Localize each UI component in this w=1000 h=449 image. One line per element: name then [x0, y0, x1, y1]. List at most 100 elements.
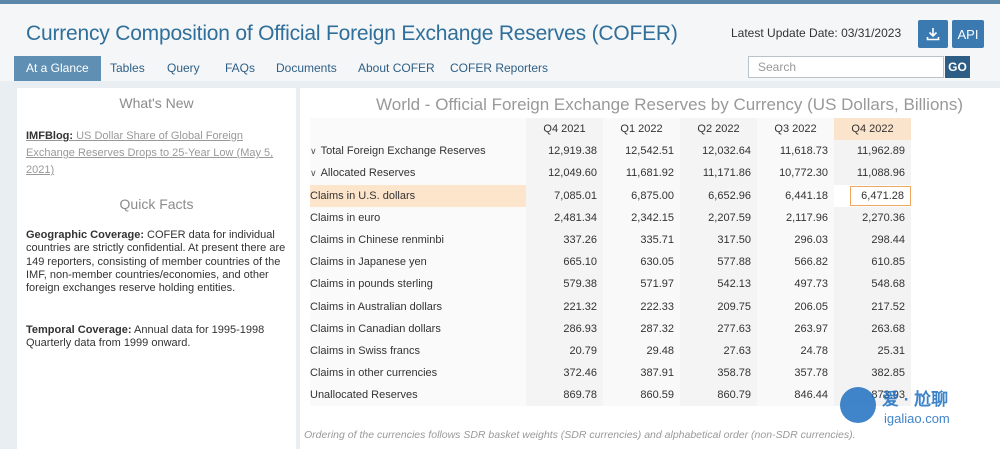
sidebar: What's New IMFBlog: US Dollar Share of G…: [17, 88, 296, 449]
column-header-label: Q1 2022: [620, 123, 663, 136]
row-label[interactable]: Claims in Australian dollars: [310, 295, 526, 318]
table-row[interactable]: Claims in Canadian dollars 286.93 287.32…: [310, 317, 911, 340]
chevron-down-icon[interactable]: ∨: [310, 146, 317, 156]
cell: 25.31: [834, 339, 911, 363]
nav-tables[interactable]: Tables: [110, 56, 145, 81]
cell-value: 20.79: [569, 344, 597, 357]
cell: 11,681.92: [603, 162, 680, 185]
cell: 12,032.64: [680, 140, 757, 163]
cell: 2,342.15: [603, 206, 680, 229]
cell: 27.63: [680, 339, 757, 363]
cell-value: 579.38: [563, 278, 597, 291]
row-label[interactable]: Claims in Swiss francs: [310, 339, 526, 363]
row-label[interactable]: Claims in Canadian dollars: [310, 317, 526, 340]
column-header-selected[interactable]: Q4 2022: [834, 118, 911, 141]
table-row[interactable]: ∨ Total Foreign Exchange Reserves 12,919.…: [310, 140, 911, 163]
cell-value: 571.97: [640, 278, 674, 291]
row-label[interactable]: Claims in other currencies: [310, 362, 526, 385]
cell-value: 24.78: [800, 344, 828, 357]
blog-link[interactable]: IMFBlog: US Dollar Share of Global Forei…: [26, 128, 288, 179]
cell-selected[interactable]: 6,471.28: [834, 184, 911, 207]
row-label[interactable]: ∨ Total Foreign Exchange Reserves: [310, 140, 526, 163]
row-label[interactable]: Claims in euro: [310, 206, 526, 229]
cell-value: 12,542.51: [625, 145, 674, 158]
geographic-coverage: Geographic Coverage: COFER data for indi…: [26, 229, 294, 295]
cell-value: 27.63: [723, 344, 751, 357]
cell-value: 25.31: [877, 344, 905, 357]
cell: 579.38: [526, 273, 603, 296]
cell-value: 357.78: [794, 367, 828, 380]
table-row[interactable]: Unallocated Reserves 869.78 860.59 860.7…: [310, 384, 911, 407]
quick-facts-heading: Quick Facts: [119, 196, 194, 212]
geographic-coverage-label: Geographic Coverage:: [26, 229, 144, 241]
table-row[interactable]: Claims in Japanese yen 665.10 630.05 577…: [310, 251, 911, 274]
cell: 7,085.01: [526, 184, 603, 207]
cell-value: 2,117.96: [785, 211, 828, 224]
cell-value: 548.68: [871, 278, 905, 291]
table-row[interactable]: Claims in other currencies 372.46 387.91…: [310, 362, 911, 385]
site-title[interactable]: Currency Composition of Official Foreign…: [26, 22, 678, 46]
cell: 217.52: [834, 295, 911, 318]
cell-value: 2,481.34: [554, 211, 597, 224]
cell: 2,207.59: [680, 206, 757, 229]
reserves-table: Q4 2021 Q1 2022 Q2 2022 Q3 2022 Q4 2022 …: [310, 118, 911, 407]
cell-value: 263.97: [794, 322, 828, 335]
table-row-selected[interactable]: Claims in U.S. dollars 7,085.01 6,875.00…: [310, 184, 911, 207]
table-row[interactable]: Claims in Chinese renminbi 337.26 335.71…: [310, 228, 911, 252]
row-label[interactable]: Unallocated Reserves: [310, 384, 526, 407]
nav-documents[interactable]: Documents: [276, 56, 337, 81]
cell: 209.75: [680, 295, 757, 318]
row-label[interactable]: Claims in U.S. dollars: [310, 184, 526, 207]
row-label[interactable]: ∨ Allocated Reserves: [310, 162, 526, 185]
cell: 206.05: [757, 295, 834, 318]
watermark: 爱 · 尬聊 igaliao.com: [840, 383, 995, 431]
cell-value: 286.93: [563, 322, 597, 335]
cell: 2,481.34: [526, 206, 603, 229]
row-label[interactable]: Claims in Chinese renminbi: [310, 228, 526, 252]
cell-value: 337.26: [563, 234, 597, 247]
column-header-label: Q2 2022: [697, 123, 740, 136]
table-footnote: Ordering of the currencies follows SDR b…: [304, 429, 856, 441]
chevron-down-icon[interactable]: ∨: [310, 168, 317, 178]
cell-value: 12,032.64: [702, 145, 751, 158]
download-button[interactable]: [918, 20, 948, 48]
column-header[interactable]: Q2 2022: [680, 118, 757, 141]
cell: 2,117.96: [757, 206, 834, 229]
api-button[interactable]: API: [952, 20, 984, 48]
cell: 287.32: [603, 317, 680, 340]
cell-value: 206.05: [794, 300, 828, 313]
nav-at-a-glance[interactable]: At a Glance: [14, 56, 101, 81]
cell: 11,962.89: [834, 140, 911, 163]
search-input[interactable]: Search: [748, 56, 944, 78]
nav-faqs[interactable]: FAQs: [225, 56, 255, 81]
cell-value: 209.75: [717, 300, 751, 313]
cell: 860.79: [680, 384, 757, 407]
table-row[interactable]: Claims in Australian dollars 221.32 222.…: [310, 295, 911, 318]
nav-query[interactable]: Query: [167, 56, 200, 81]
cell-value: 11,962.89: [856, 145, 905, 158]
table-row[interactable]: Claims in Swiss francs 20.79 29.48 27.63…: [310, 339, 911, 363]
nav-about-cofer[interactable]: About COFER: [358, 56, 435, 81]
cell-value: 2,342.15: [631, 211, 674, 224]
download-icon: [926, 28, 940, 41]
column-header[interactable]: Q4 2021: [526, 118, 603, 141]
blog-prefix: IMFBlog:: [26, 130, 74, 142]
cell: 296.03: [757, 228, 834, 252]
cell: 6,652.96: [680, 184, 757, 207]
cell: 277.63: [680, 317, 757, 340]
table-row[interactable]: ∨ Allocated Reserves 12,049.60 11,681.92 …: [310, 162, 911, 185]
search-go-button[interactable]: GO: [945, 56, 970, 78]
cell: 571.97: [603, 273, 680, 296]
table-row[interactable]: Claims in euro 2,481.34 2,342.15 2,207.5…: [310, 206, 911, 229]
table-row[interactable]: Claims in pounds sterling 579.38 571.97 …: [310, 273, 911, 296]
watermark-url: igaliao.com: [884, 411, 950, 426]
column-header[interactable]: Q1 2022: [603, 118, 680, 141]
column-header[interactable]: Q3 2022: [757, 118, 834, 141]
row-label-text: Allocated Reserves: [320, 167, 416, 180]
whats-new-heading: What's New: [119, 95, 194, 111]
cell-value: 11,171.86: [702, 167, 751, 180]
row-label[interactable]: Claims in Japanese yen: [310, 251, 526, 274]
nav-cofer-reporters[interactable]: COFER Reporters: [450, 56, 548, 81]
row-label[interactable]: Claims in pounds sterling: [310, 273, 526, 296]
site-header: Currency Composition of Official Foreign…: [0, 4, 1000, 56]
